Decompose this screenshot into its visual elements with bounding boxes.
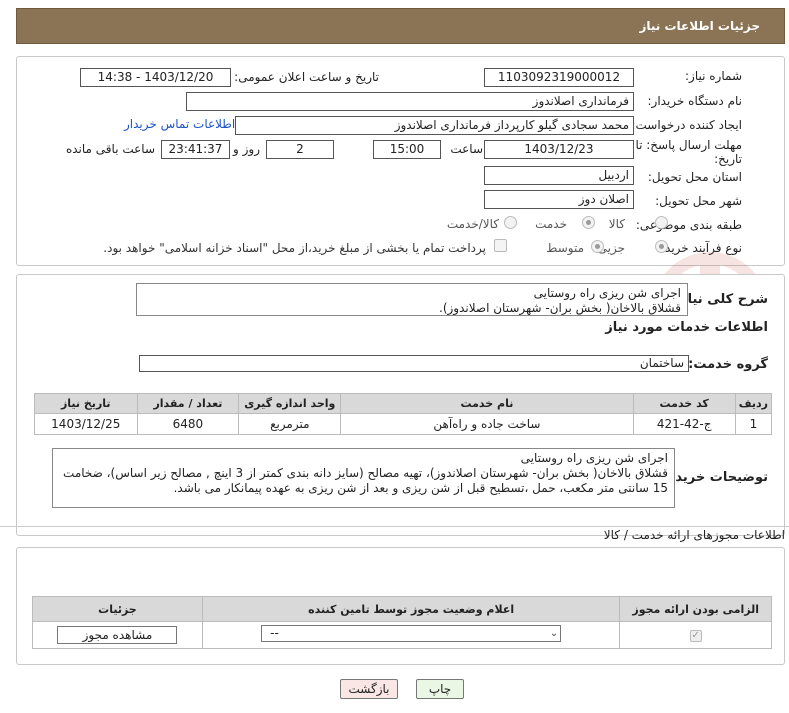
service-group-field: ساختمان (139, 355, 689, 372)
buyer-name-label: نام دستگاه خریدار: (647, 94, 743, 108)
province-field: اردبیل (484, 166, 634, 185)
view-permit-button[interactable]: مشاهده مجوز (57, 626, 178, 644)
process-radio-medium[interactable] (591, 240, 604, 253)
permit-required-checkbox: ✓ (689, 629, 702, 642)
col-date: تاریخ نیاز (34, 393, 138, 414)
province-label: استان محل تحویل: (647, 170, 742, 184)
chevron-down-icon: ⌄ (549, 628, 559, 639)
summary-textarea: اجرای شن ریزی راه روستایی قشلاق بالاخان(… (136, 283, 688, 316)
need-number-field: 1103092319000012 (484, 68, 634, 87)
permit-status-select[interactable]: -- ⌄ (261, 625, 562, 642)
deadline-label: مهلت ارسال پاسخ: تا (635, 138, 742, 152)
buyer-name-field: فرمانداری اصلاندوز (186, 92, 634, 111)
col-code: کد خدمت (632, 393, 736, 414)
city-label: شهر محل تحویل: (655, 194, 742, 208)
summary-line-1: اجرای شن ریزی راه روستایی (533, 286, 681, 300)
col-row: ردیف (734, 393, 773, 414)
summary-label: شرح کلی نیاز: (674, 292, 768, 307)
service-group-label: گروه خدمت: (688, 357, 768, 372)
deadline-time-field: 15:00 (373, 140, 441, 159)
buyer-notes-line-1: اجرای شن ریزی راه روستایی (520, 451, 668, 465)
cell-date: 1403/12/25 (34, 413, 138, 435)
need-info-panel (16, 56, 785, 266)
col-name: نام خدمت (340, 393, 634, 414)
permit-row: ✓ -- ⌄ مشاهده مجوز (32, 621, 772, 649)
creator-field: محمد سجادی گیلو کارپرداز فرمانداری اصلان… (235, 116, 634, 135)
category-option-goods: کالا (608, 217, 625, 231)
announce-date-label: تاریخ و ساعت اعلان عمومی: (234, 70, 379, 84)
deadline-date-field: 1403/12/23 (484, 140, 634, 159)
page-title: جزئیات اطلاعات نیاز (639, 19, 760, 33)
col-permit-required: الزامی بودن ارائه مجوز (619, 596, 772, 622)
cell-code: ج-42-421 (632, 413, 736, 435)
buyer-notes-textarea: اجرای شن ریزی راه روستایی قشلاق بالاخان(… (52, 448, 675, 508)
days-field: 2 (266, 140, 334, 159)
permit-details-cell: مشاهده مجوز (32, 621, 203, 649)
col-qty: تعداد / مقدار (136, 393, 240, 414)
process-option-medium: متوسط (546, 241, 584, 255)
deadline-time-label: ساعت (450, 142, 483, 156)
cell-row: 1 (734, 413, 773, 435)
permits-divider (0, 526, 789, 527)
contact-buyer-link[interactable]: اطلاعات تماس خریدار (124, 117, 235, 131)
table-row: 1 ج-42-421 ساخت جاده و راه‌آهن مترمربع 6… (34, 413, 773, 435)
category-label: طبقه بندی موضوعی: (635, 218, 742, 232)
process-radio-minor[interactable] (655, 240, 668, 253)
print-button[interactable]: چاپ (416, 679, 464, 699)
cell-name: ساخت جاده و راه‌آهن (340, 413, 634, 435)
announce-date-field: 1403/12/20 - 14:38 (80, 68, 231, 87)
permit-required-cell: ✓ (619, 621, 772, 649)
services-table: ردیف کد خدمت نام خدمت واحد اندازه گیری ت… (34, 393, 773, 435)
col-unit: واحد اندازه گیری (238, 393, 342, 414)
services-section-title: اطلاعات خدمات مورد نیاز (605, 320, 768, 335)
cell-unit: مترمربع (238, 413, 342, 435)
col-permit-status: اعلام وضعیت مجوز توسط تامین کننده (201, 596, 621, 622)
payment-note: پرداخت تمام یا بخشی از مبلغ خرید،از محل … (103, 241, 486, 255)
permit-status-value: -- (270, 626, 279, 640)
permit-status-cell: -- ⌄ (201, 621, 621, 649)
category-radio-goods[interactable] (655, 216, 668, 229)
city-field: اصلان دوز (484, 190, 634, 209)
need-number-label: شماره نیاز: (685, 69, 742, 83)
category-radio-both[interactable] (504, 216, 517, 229)
summary-line-2: قشلاق بالاخان( بخش بران- شهرستان اصلاندو… (439, 301, 681, 315)
cell-qty: 6480 (136, 413, 240, 435)
category-radio-service[interactable] (582, 216, 595, 229)
creator-label: ایجاد کننده درخواست: (631, 118, 742, 132)
back-button[interactable]: بازگشت (340, 679, 398, 699)
buyer-notes-line-2: قشلاق بالاخان( بخش بران- شهرستان اصلاندو… (63, 466, 668, 480)
category-option-service: خدمت (535, 217, 567, 231)
payment-checkbox[interactable] (494, 239, 507, 252)
deadline-label-2: تاریخ: (714, 152, 742, 166)
remaining-time-label: ساعت باقی مانده (65, 142, 155, 156)
page-header: جزئیات اطلاعات نیاز (16, 8, 785, 44)
col-permit-details: جزئیات (32, 596, 203, 622)
category-option-both: کالا/خدمت (446, 217, 499, 231)
days-label: روز و (233, 142, 260, 156)
permits-title: اطلاعات مجوزهای ارائه خدمت / کالا (603, 528, 785, 542)
buyer-notes-line-3: 15 سانتی متر مکعب، حمل ،تسطیح قبل از شن … (173, 481, 668, 495)
remaining-time-field: 23:41:37 (161, 140, 230, 159)
permits-table: الزامی بودن ارائه مجوز اعلام وضعیت مجوز … (32, 596, 772, 649)
process-label: نوع فرآیند خرید : (657, 241, 742, 255)
